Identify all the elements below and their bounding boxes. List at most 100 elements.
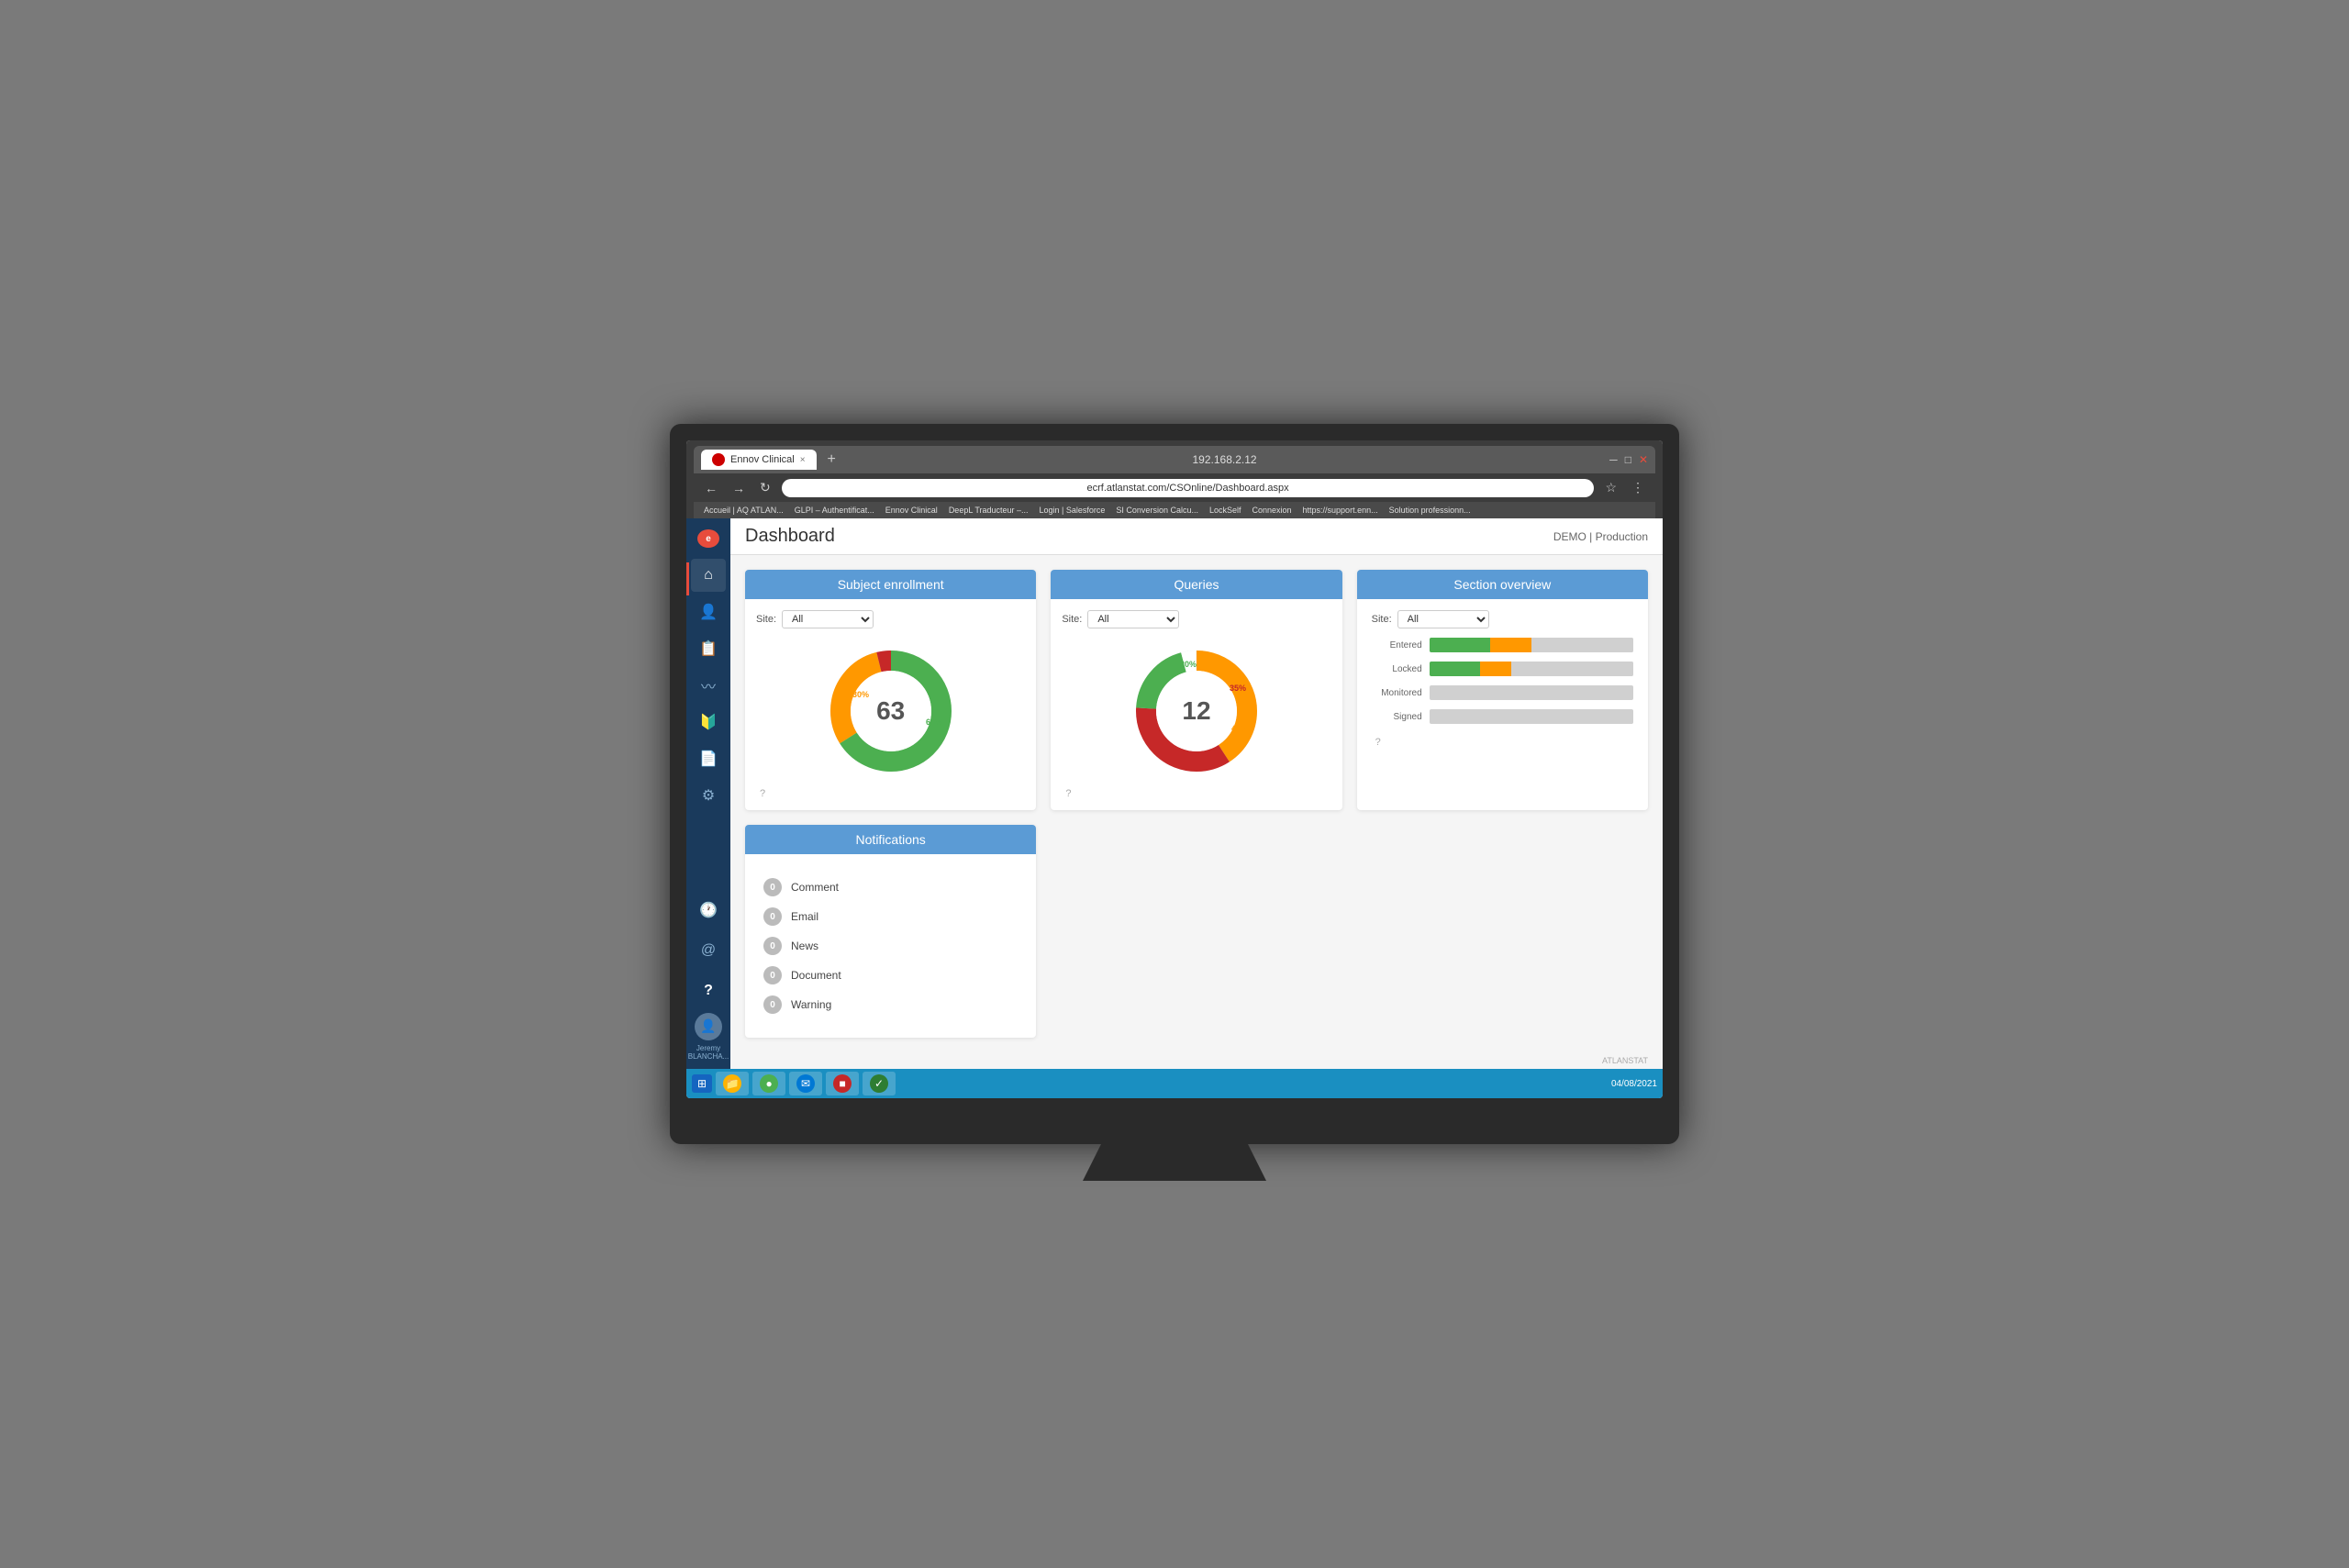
bookmark-glpi[interactable]: GLPI – Authentificat... — [792, 505, 877, 516]
user-avatar[interactable]: 👤 — [695, 1013, 722, 1040]
queries-chart: 41% 35% 20% 12 — [1062, 638, 1330, 784]
queries-site-select[interactable]: All — [1087, 610, 1179, 628]
section-bar-entered-green — [1430, 638, 1491, 652]
queries-site-selector: Site: All — [1062, 610, 1330, 628]
section-site-select[interactable]: All — [1397, 610, 1489, 628]
section-label-entered: Entered — [1372, 640, 1422, 651]
bookmark-accueil[interactable]: Accueil | AQ ATLAN... — [701, 505, 786, 516]
notifications-card: Notifications 0 Comment 0 Email — [745, 825, 1036, 1038]
browser-tab[interactable]: Ennov Clinical × — [701, 450, 817, 470]
subject-site-selector: Site: All — [756, 610, 1025, 628]
logo-icon: e — [697, 529, 719, 548]
app-footer: ATLANSTAT — [730, 1052, 1663, 1069]
svg-text:41%: 41% — [1231, 724, 1248, 733]
queries-card: Queries Site: All — [1051, 570, 1341, 810]
svg-text:30%: 30% — [852, 690, 869, 699]
bookmark-deepl[interactable]: DeepL Traducteur –... — [946, 505, 1031, 516]
bookmark-support[interactable]: https://support.enn... — [1300, 505, 1381, 516]
taskbar-explorer-icon: 📁 — [723, 1074, 741, 1093]
minimize-button[interactable]: ─ — [1609, 453, 1618, 466]
sidebar-item-settings[interactable]: ⚙ — [691, 779, 726, 812]
sidebar-item-mention[interactable]: @ — [691, 934, 726, 967]
sidebar-item-documents[interactable]: 📋 — [691, 632, 726, 665]
section-label-signed: Signed — [1372, 712, 1422, 722]
notification-label-news: News — [791, 940, 818, 952]
notification-label-comment: Comment — [791, 881, 839, 894]
browser-bookmarks: Accueil | AQ ATLAN... GLPI – Authentific… — [694, 502, 1655, 518]
queries-donut-wrapper: 41% 35% 20% 12 — [1132, 647, 1261, 775]
sidebar-item-home[interactable]: ⌂ — [691, 559, 726, 592]
section-bar-monitored — [1430, 685, 1633, 700]
taskbar-clock: 04/08/2021 — [1611, 1079, 1657, 1089]
subject-donut-wrapper: 66% 30% 63 — [827, 647, 955, 775]
taskbar-explorer[interactable]: 📁 — [716, 1072, 749, 1095]
browser-address-bar: ← → ↻ ☆ ⋮ — [694, 473, 1655, 502]
section-bar-locked-gray — [1511, 662, 1633, 676]
taskbar-outlook[interactable]: ✉ — [789, 1072, 822, 1095]
notification-item-email[interactable]: 0 Email — [756, 902, 1025, 931]
notification-item-comment[interactable]: 0 Comment — [756, 873, 1025, 902]
section-overview-card: Section overview Site: All Entered — [1357, 570, 1648, 810]
forward-button[interactable]: → — [729, 479, 749, 497]
sidebar-item-history[interactable]: 🕐 — [691, 894, 726, 927]
back-button[interactable]: ← — [701, 479, 721, 497]
notification-badge-email: 0 — [763, 907, 782, 926]
bookmark-solution[interactable]: Solution professionn... — [1386, 505, 1474, 516]
close-button[interactable]: ✕ — [1639, 453, 1648, 466]
queries-help-icon[interactable]: ? — [1062, 784, 1330, 799]
sidebar-item-files[interactable]: 📄 — [691, 742, 726, 775]
browser-chrome: Ennov Clinical × + 192.168.2.12 ─ □ ✕ ← … — [686, 440, 1663, 518]
sidebar-logo: e — [692, 526, 725, 551]
subject-enrollment-chart: 66% 30% 63 — [756, 638, 1025, 784]
notification-list: 0 Comment 0 Email 0 News — [756, 865, 1025, 1027]
section-help-icon[interactable]: ? — [1372, 733, 1633, 748]
subject-enrollment-header: Subject enrollment — [745, 570, 1036, 599]
notification-item-warning[interactable]: 0 Warning — [756, 990, 1025, 1019]
taskbar-start-button[interactable]: ⊞ — [692, 1074, 712, 1093]
notification-item-document[interactable]: 0 Document — [756, 961, 1025, 990]
taskbar-chrome[interactable]: ● — [752, 1072, 785, 1095]
subject-enrollment-card: Subject enrollment Site: All — [745, 570, 1036, 810]
restore-button[interactable]: □ — [1625, 453, 1631, 466]
section-bar-locked-green — [1430, 662, 1481, 676]
sidebar: e ⌂ 👤 📋 〰 🔰 📄 ⚙ 🕐 @ ? 👤 Jeremy BLANCHA..… — [686, 518, 730, 1069]
section-row-signed: Signed — [1372, 709, 1633, 724]
sidebar-item-analytics[interactable]: 〰 — [691, 669, 726, 702]
section-site-selector: Site: All — [1372, 610, 1633, 628]
section-bar-monitored-gray — [1430, 685, 1633, 700]
section-row-locked: Locked — [1372, 662, 1633, 676]
footer-brand: ATLANSTAT — [1602, 1056, 1648, 1065]
bookmark-salesforce[interactable]: Login | Salesforce — [1037, 505, 1108, 516]
active-indicator — [686, 562, 689, 595]
monitor-screen: Ennov Clinical × + 192.168.2.12 ─ □ ✕ ← … — [686, 440, 1663, 1098]
notification-label-email: Email — [791, 910, 818, 923]
subject-center-value: 63 — [876, 696, 905, 726]
bookmark-lockself[interactable]: LockSelf — [1207, 505, 1244, 516]
sidebar-item-shield[interactable]: 🔰 — [691, 706, 726, 739]
menu-button[interactable]: ⋮ — [1628, 478, 1648, 497]
notification-label-warning: Warning — [791, 998, 831, 1011]
bookmark-si[interactable]: SI Conversion Calcu... — [1113, 505, 1201, 516]
bookmark-button[interactable]: ☆ — [1601, 478, 1620, 497]
subject-help-icon[interactable]: ? — [756, 784, 1025, 799]
taskbar-red-icon: ■ — [833, 1074, 852, 1093]
tab-close-button[interactable]: × — [800, 455, 806, 465]
section-bar-signed-gray — [1430, 709, 1633, 724]
sidebar-item-help[interactable]: ? — [691, 974, 726, 1007]
taskbar-green-app[interactable]: ✓ — [863, 1072, 896, 1095]
monitor-stand — [1083, 1144, 1266, 1181]
notification-item-news[interactable]: 0 News — [756, 931, 1025, 961]
bookmark-ennov[interactable]: Ennov Clinical — [883, 505, 941, 516]
taskbar-red-app[interactable]: ■ — [826, 1072, 859, 1095]
new-tab-button[interactable]: + — [824, 451, 840, 468]
main-content: Dashboard DEMO | Production Subject enro… — [730, 518, 1663, 1069]
sidebar-item-users[interactable]: 👤 — [691, 595, 726, 628]
notifications-header: Notifications — [745, 825, 1036, 854]
reload-button[interactable]: ↻ — [756, 478, 774, 497]
subject-site-select[interactable]: All — [782, 610, 874, 628]
app-container: e ⌂ 👤 📋 〰 🔰 📄 ⚙ 🕐 @ ? 👤 Jeremy BLANCHA..… — [686, 518, 1663, 1069]
address-bar[interactable] — [782, 479, 1595, 497]
section-row-monitored: Monitored — [1372, 685, 1633, 700]
notifications-body: 0 Comment 0 Email 0 News — [745, 854, 1036, 1038]
bookmark-connexion[interactable]: Connexion — [1250, 505, 1295, 516]
